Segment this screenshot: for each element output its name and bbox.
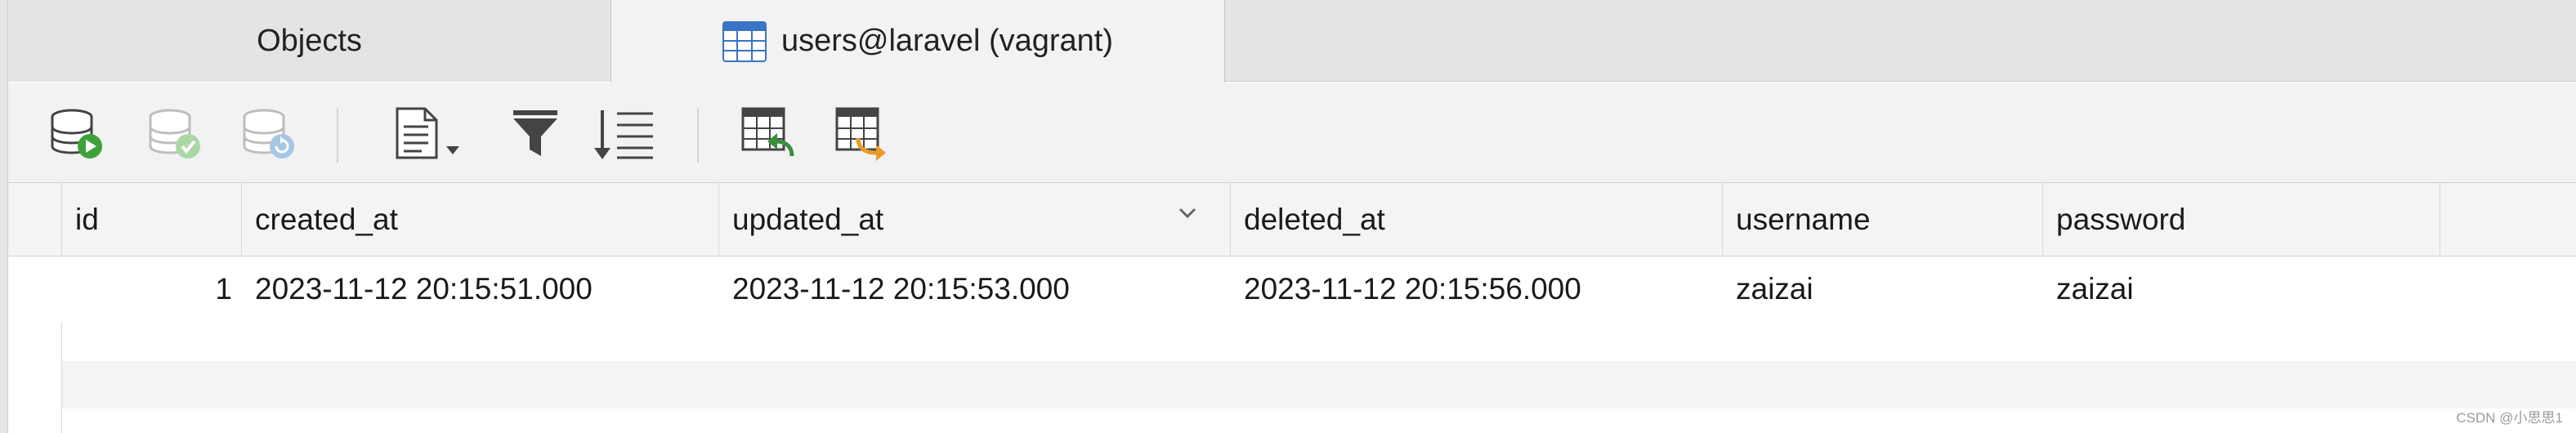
tab-objects[interactable]: Objects: [8, 0, 610, 82]
column-header-label: updated_at: [732, 203, 884, 236]
table-icon: [722, 20, 767, 62]
column-header-created-at[interactable]: created_at: [242, 183, 719, 257]
tab-bar: Objects users@laravel (vagrant): [8, 0, 2576, 83]
cell-id[interactable]: 1: [62, 257, 242, 322]
tab-users-table[interactable]: users@laravel (vagrant): [610, 0, 1225, 83]
cell-created-at[interactable]: 2023-11-12 20:15:51.000: [242, 257, 719, 322]
table-row[interactable]: 1 2023-11-12 20:15:51.000 2023-11-12 20:…: [8, 257, 2576, 322]
database-refresh-icon: [241, 105, 298, 167]
column-header-username[interactable]: username: [1723, 183, 2043, 257]
column-header-id[interactable]: id: [62, 183, 242, 257]
document-dropdown-icon: [392, 105, 474, 167]
database-check-icon: [147, 105, 204, 167]
window-left-edge: [0, 0, 8, 433]
column-header-label: username: [1736, 203, 1871, 236]
text-view-button[interactable]: [388, 107, 478, 164]
cell-password[interactable]: zaizai: [2043, 257, 2440, 322]
grid-header-row: id created_at updated_at deleted_at user…: [8, 183, 2576, 257]
watermark: CSDN @小思思1: [2456, 410, 2563, 426]
database-play-icon: [49, 105, 106, 167]
toolbar: [8, 83, 2576, 183]
sort-lines-icon: [593, 105, 658, 167]
column-header-label: id: [75, 203, 99, 236]
table-export-icon: [834, 105, 891, 167]
column-header-label: deleted_at: [1244, 203, 1385, 236]
chevron-down-icon[interactable]: [1175, 201, 1200, 225]
begin-transaction-button[interactable]: [49, 107, 106, 164]
cell-updated-at[interactable]: 2023-11-12 20:15:53.000: [719, 257, 1231, 322]
column-header-deleted-at[interactable]: deleted_at: [1231, 183, 1723, 257]
cell-deleted-at[interactable]: 2023-11-12 20:15:56.000: [1231, 257, 1723, 322]
sort-button[interactable]: [594, 107, 654, 164]
data-grid: id created_at updated_at deleted_at user…: [8, 183, 2576, 433]
toolbar-separator: [337, 109, 338, 163]
funnel-icon: [507, 105, 564, 167]
rollback-button[interactable]: [241, 107, 298, 164]
filter-button[interactable]: [507, 107, 564, 164]
import-button[interactable]: [740, 107, 797, 164]
export-button[interactable]: [834, 107, 891, 164]
column-header-label: created_at: [255, 203, 398, 236]
empty-row-stripe: [62, 361, 2576, 408]
commit-button[interactable]: [147, 107, 204, 164]
column-header-password[interactable]: password: [2043, 183, 2440, 257]
tab-users-table-label: users@laravel (vagrant): [780, 24, 1114, 58]
table-import-icon: [740, 105, 797, 167]
column-header-updated-at[interactable]: updated_at: [719, 183, 1231, 257]
cell-username[interactable]: zaizai: [1723, 257, 2043, 322]
toolbar-separator: [697, 109, 699, 163]
column-header-label: password: [2056, 203, 2186, 236]
tab-objects-label: Objects: [257, 23, 362, 58]
